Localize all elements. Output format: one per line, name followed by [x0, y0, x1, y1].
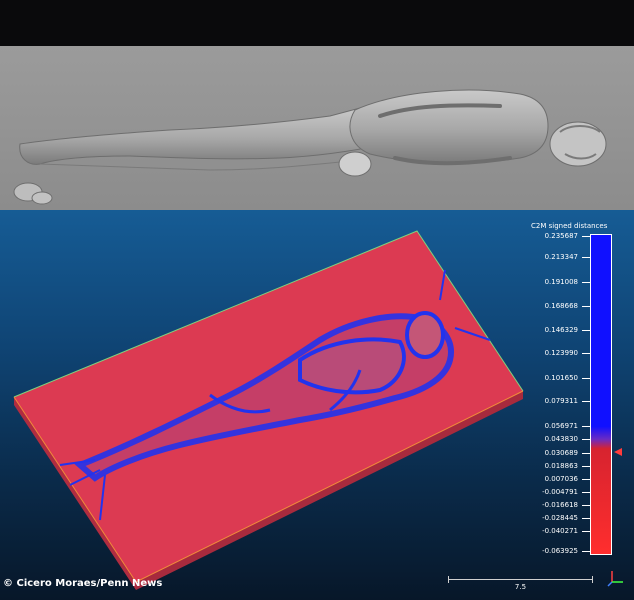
colorbar-tick-label: -0.040271	[542, 527, 578, 535]
colorbar-tick-mark	[582, 453, 590, 454]
scale-bar-end-right	[592, 576, 593, 583]
colorbar-tick-label: 0.101650	[544, 374, 578, 382]
colorbar-tick-label: 0.191008	[544, 278, 578, 286]
colorbar-tick-mark	[582, 378, 590, 379]
image-credit: © Cicero Moraes/Penn News	[3, 578, 163, 589]
colorbar-tick-label: -0.016618	[542, 501, 578, 509]
colorbar-tick: 0.018863	[511, 461, 590, 471]
colorbar-gradient	[590, 234, 612, 555]
scale-bar-line	[448, 579, 593, 580]
colorbar-tick: 0.213347	[511, 252, 590, 262]
colorbar-tick-mark	[582, 401, 590, 402]
colorbar-tick-label: 0.043830	[544, 435, 578, 443]
colorbar-tick: -0.028445	[511, 513, 590, 523]
colorbar-tick-label: 0.079311	[544, 397, 578, 405]
colorbar-tick-mark	[582, 505, 590, 506]
colorbar-tick-mark	[582, 466, 590, 467]
colorbar-tick-mark	[582, 518, 590, 519]
colorbar-tick-mark	[582, 426, 590, 427]
colorbar-tick-label: 0.213347	[544, 253, 578, 261]
colorbar-tick-label: 0.123990	[544, 349, 578, 357]
colorbar-ticks: 0.235687 0.213347 0.191008 0.168668 0.146329…	[511, 0, 590, 600]
colorbar-tick-label: 0.235687	[544, 232, 578, 240]
colorbar-tick: 0.007036	[511, 474, 590, 484]
colorbar-tick-mark	[582, 492, 590, 493]
colorbar-tick-label: -0.004791	[542, 488, 578, 496]
colorbar-tick: 0.235687	[511, 231, 590, 241]
colorbar-tick: 0.123990	[511, 348, 590, 358]
scale-bar: 7.5	[448, 573, 593, 593]
range-marker-icon[interactable]	[614, 448, 622, 456]
axis-triad-icon	[606, 568, 626, 588]
colorbar-tick: 0.056971	[511, 421, 590, 431]
colorbar-tick-label: 0.056971	[544, 422, 578, 430]
colorbar-tick-mark	[582, 282, 590, 283]
colorbar-tick: -0.040271	[511, 526, 590, 536]
colorbar-tick: 0.146329	[511, 325, 590, 335]
colorbar-tick-mark	[582, 439, 590, 440]
colorbar-tick: 0.043830	[511, 434, 590, 444]
colorbar-tick: 0.079311	[511, 396, 590, 406]
colorbar-tick-mark	[582, 353, 590, 354]
colorbar-tick-mark	[582, 330, 590, 331]
colorbar-tick-mark	[582, 531, 590, 532]
colorbar-tick: -0.063925	[511, 546, 590, 556]
colorbar-tick: 0.191008	[511, 277, 590, 287]
colorbar-tick-mark	[582, 257, 590, 258]
colorbar-tick-label: 0.030689	[544, 449, 578, 457]
colorbar-tick-label: 0.146329	[544, 326, 578, 334]
colorbar-tick-label: -0.063925	[542, 547, 578, 555]
colorbar-tick-label: 0.018863	[544, 462, 578, 470]
colorbar-tick-mark	[582, 236, 590, 237]
scale-bar-end-left	[448, 576, 449, 583]
colorbar-tick-mark	[582, 306, 590, 307]
colorbar-tick-mark	[582, 479, 590, 480]
colorbar-tick: 0.168668	[511, 301, 590, 311]
colorbar-tick-label: 0.168668	[544, 302, 578, 310]
colorbar-tick-label: -0.028445	[542, 514, 578, 522]
colorbar-tick: -0.004791	[511, 487, 590, 497]
colorbar-tick: -0.016618	[511, 500, 590, 510]
colorbar-tick: 0.101650	[511, 373, 590, 383]
colorbar-tick-label: 0.007036	[544, 475, 578, 483]
scale-bar-label: 7.5	[514, 583, 527, 591]
colorbar-tick: 0.030689	[511, 448, 590, 458]
colorbar-tick-mark	[582, 551, 590, 552]
